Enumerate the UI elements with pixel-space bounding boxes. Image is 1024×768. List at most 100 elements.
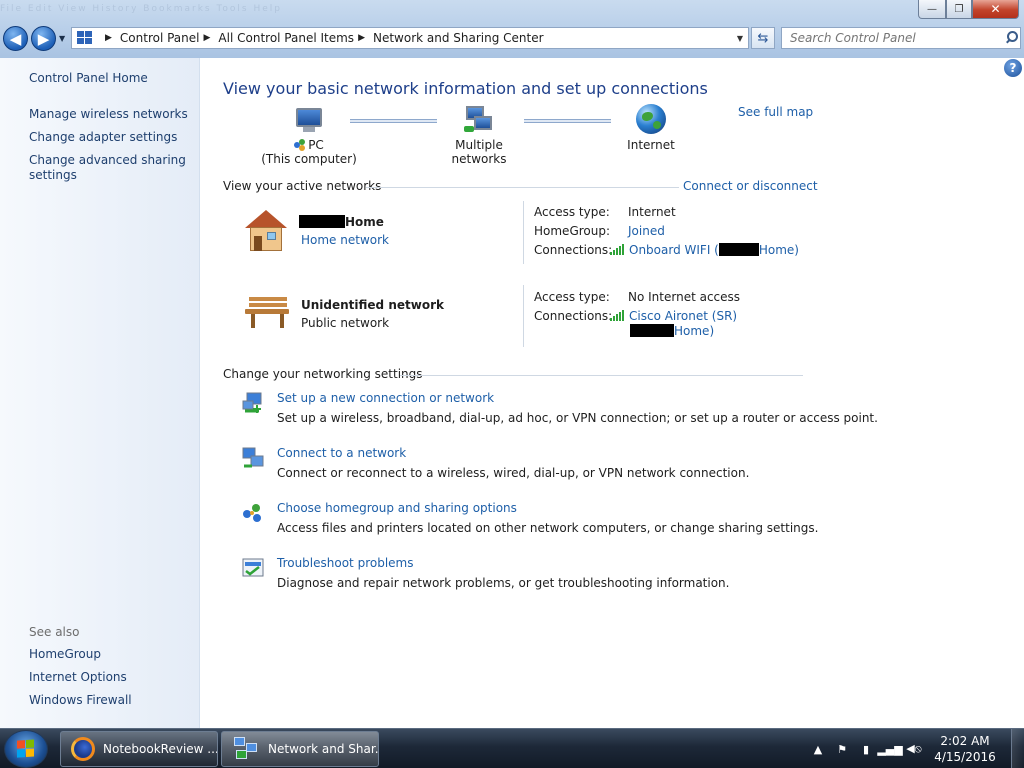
breadcrumb-network-sharing[interactable]: Network and Sharing Center (373, 31, 544, 45)
redacted-block (299, 215, 345, 228)
task-troubleshoot-desc: Diagnose and repair network problems, or… (277, 576, 730, 590)
action-center-flag-icon[interactable]: ⚑ (835, 742, 849, 756)
search-icon[interactable] (1006, 31, 1020, 45)
network-1-category-link[interactable]: Home network (301, 233, 389, 247)
show-hidden-icons-icon[interactable]: ▲ (811, 742, 825, 756)
map-internet-label: Internet (627, 138, 675, 152)
taskbar-firefox-button[interactable]: NotebookReview ... (60, 731, 218, 767)
sidebar-homegroup[interactable]: HomeGroup (29, 647, 189, 662)
title-bar: File Edit View History Bookmarks Tools H… (0, 0, 1024, 58)
network-1-access-label: Access type: (534, 205, 610, 219)
sidebar-change-adapter[interactable]: Change adapter settings (29, 130, 189, 145)
map-node-pc[interactable]: PC (This computer) (261, 106, 357, 166)
chevron-right-icon[interactable]: ▶ (204, 33, 211, 43)
task-homegroup-link[interactable]: Choose homegroup and sharing options (277, 501, 517, 515)
network-2-access-value: No Internet access (628, 290, 741, 304)
search-box[interactable] (781, 27, 1021, 49)
sidebar-advanced-sharing[interactable]: Change advanced sharing settings (29, 153, 189, 183)
chevron-right-icon[interactable]: ▶ (358, 33, 365, 43)
show-desktop-button[interactable] (1011, 729, 1024, 768)
taskbar: NotebookReview ... Network and Shar... ▲… (0, 728, 1024, 768)
map-connector-line (350, 119, 437, 123)
network-2-connection-link-line2[interactable]: Home) (630, 324, 714, 338)
firefox-icon (71, 737, 95, 761)
network-1-homegroup-link[interactable]: Joined (628, 224, 665, 238)
network-1-homegroup-label: HomeGroup: (534, 224, 611, 238)
arrow-right-icon: ▶ (37, 29, 50, 48)
divider (523, 285, 524, 347)
arrow-left-icon: ◀ (9, 29, 22, 48)
task-connect-network-link[interactable]: Connect to a network (277, 446, 406, 460)
computer-icon (292, 106, 326, 134)
connect-disconnect-link[interactable]: Connect or disconnect (683, 179, 818, 193)
sidebar: Control Panel Home Manage wireless netwo… (0, 58, 200, 728)
map-networks-label: Multiple networks (451, 138, 507, 166)
map-connector-line (524, 119, 611, 123)
network-2-connection-link[interactable]: Cisco Aironet (SR) (610, 309, 737, 323)
divider (366, 187, 679, 188)
network-center-icon (234, 737, 258, 761)
chevron-down-icon: ▼ (59, 34, 66, 43)
windows-logo-icon (17, 739, 35, 758)
volume-muted-icon[interactable]: ◀⦸ (906, 742, 922, 756)
control-panel-icon (77, 31, 95, 45)
network-2-access-label: Access type: (534, 290, 610, 304)
new-connection-icon (242, 392, 262, 413)
sidebar-internet-options[interactable]: Internet Options (29, 670, 189, 685)
task-homegroup-desc: Access files and printers located on oth… (277, 521, 819, 535)
start-button[interactable] (4, 730, 48, 768)
maximize-button[interactable]: ❐ (946, 0, 972, 19)
taskbar-network-button[interactable]: Network and Shar... (221, 731, 379, 767)
back-button[interactable]: ◀ (3, 26, 28, 51)
wifi-signal-icon (610, 310, 625, 321)
main-content: View your basic network information and … (201, 58, 1024, 728)
network-2-connections-label: Connections: (534, 309, 613, 323)
task-new-connection-desc: Set up a wireless, broadband, dial-up, a… (277, 411, 878, 425)
clock[interactable]: 2:02 AM 4/15/2016 (930, 733, 1000, 765)
globe-icon (636, 104, 666, 134)
clock-time: 2:02 AM (940, 734, 990, 748)
active-networks-heading: View your active networks (223, 179, 382, 193)
refresh-button[interactable]: ⇆ (751, 27, 775, 49)
network-1-access-value: Internet (628, 205, 676, 219)
task-troubleshoot-link[interactable]: Troubleshoot problems (277, 556, 413, 570)
home-network-icon[interactable] (241, 210, 291, 254)
sidebar-control-panel-home[interactable]: Control Panel Home (29, 71, 189, 86)
settings-heading: Change your networking settings (223, 367, 423, 381)
power-plug-icon[interactable]: ▮ (859, 742, 873, 756)
sidebar-windows-firewall[interactable]: Windows Firewall (29, 693, 189, 708)
map-pc-label: PC (308, 138, 324, 152)
forward-button[interactable]: ▶ (31, 26, 56, 51)
wifi-signal-icon[interactable]: ▂▄▆ (877, 742, 902, 756)
search-input[interactable] (790, 29, 1002, 47)
recent-pages-button[interactable]: ▼ (59, 34, 67, 43)
network-2-name: Unidentified network (301, 298, 444, 312)
sidebar-manage-wireless[interactable]: Manage wireless networks (29, 107, 189, 122)
map-node-networks[interactable]: Multiple networks (427, 106, 531, 166)
homegroup-icon (243, 504, 261, 522)
connect-network-icon (242, 447, 264, 468)
troubleshoot-icon (242, 558, 264, 577)
breadcrumb-control-panel[interactable]: Control Panel (120, 31, 200, 45)
task-connect-network-desc: Connect or reconnect to a wireless, wire… (277, 466, 750, 480)
public-network-icon[interactable] (243, 295, 293, 339)
address-dropdown-icon[interactable]: ▼ (732, 34, 748, 43)
clock-date: 4/15/2016 (934, 750, 996, 764)
map-node-internet[interactable]: Internet (611, 104, 691, 152)
chevron-right-icon[interactable]: ▶ (105, 33, 112, 43)
taskbar-firefox-label: NotebookReview ... (103, 742, 218, 756)
task-new-connection-link[interactable]: Set up a new connection or network (277, 391, 494, 405)
address-bar[interactable]: ▶ Control Panel ▶ All Control Panel Item… (71, 27, 749, 49)
map-pc-sublabel: (This computer) (261, 152, 357, 166)
close-button[interactable]: ✕ (972, 0, 1019, 19)
see-full-map-link[interactable]: See full map (738, 105, 813, 119)
network-1-connection-link[interactable]: Onboard WIFI (Home) (610, 243, 799, 257)
wifi-signal-icon (610, 244, 625, 255)
minimize-button[interactable]: — (918, 0, 946, 19)
multiple-networks-icon (462, 106, 496, 134)
breadcrumb-all-items[interactable]: All Control Panel Items (218, 31, 354, 45)
background-menu-ghost: File Edit View History Bookmarks Tools H… (0, 4, 283, 14)
see-also-label: See also (29, 625, 80, 639)
network-1-connections-label: Connections: (534, 243, 613, 257)
system-tray: ▲ ⚑ ▮ ▂▄▆ ◀⦸ (806, 729, 926, 768)
